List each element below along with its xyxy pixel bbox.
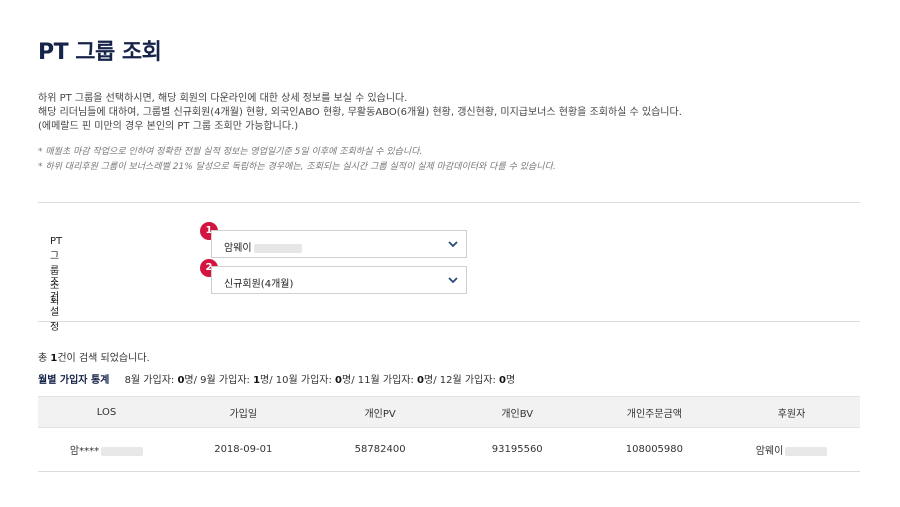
stats-label: 월별 가입자 통계: [38, 375, 110, 386]
column-header-join-date: 가입일: [174, 396, 312, 428]
page-title: PT 그룹 조회: [38, 40, 162, 65]
description-line: 해당 리더님들에 대하여, 그룹별 신규회원(4개월) 현황, 외국인ABO 현…: [38, 107, 682, 118]
cell-order-amount: 108005980: [585, 427, 723, 472]
redacted-id: [253, 243, 302, 253]
monthly-stats: 월별 가입자 통계 8월 가입자: 0명/ 9월 가입자: 1명/ 10월 가입…: [38, 371, 515, 386]
divider-bottom: [38, 321, 860, 322]
group-select-value: 암웨이: [224, 239, 302, 254]
column-header-los: LOS: [38, 396, 175, 428]
cell-join-date: 2018-09-01: [174, 427, 312, 472]
result-count: 총 1건이 검색 되었습니다.: [38, 349, 150, 364]
note-line: 매월초 마감 작업으로 인하여 정확한 전월 실적 정보는 영업일기준 5일 이…: [38, 145, 556, 160]
group-select-text: 암웨이: [224, 243, 252, 254]
chevron-down-icon: [448, 277, 458, 284]
table-row: 암**** 2018-09-01 58782400 93195560 10800…: [38, 427, 860, 472]
column-header-personal-pv: 개인PV: [311, 396, 449, 428]
cell-personal-bv: 93195560: [448, 427, 586, 472]
results-table: LOS 가입일 개인PV 개인BV 개인주문금액 후원자 암**** 2018-…: [38, 396, 860, 472]
description-line: 하위 PT 그룹을 선택하시면, 해당 회원의 다운라인에 대한 상세 정보를 …: [38, 93, 408, 104]
note-line: 하위 대리후원 그룹이 보너스레벨 21% 달성으로 독립하는 경우에는, 조회…: [38, 160, 555, 175]
cell-sponsor: 암웨이: [723, 427, 860, 472]
column-header-order-amount: 개인주문금액: [585, 396, 723, 428]
page-description: 하위 PT 그룹을 선택하시면, 해당 회원의 다운라인에 대한 상세 정보를 …: [38, 92, 682, 134]
cell-los: 암****: [38, 427, 175, 472]
condition-label: 조건 설정: [50, 277, 60, 333]
stats-month: 10월 가입자: 0명/: [275, 375, 358, 386]
stats-month: 9월 가입자: 1명/: [200, 375, 276, 386]
stats-month: 8월 가입자: 0명/: [124, 375, 201, 386]
column-header-personal-bv: 개인BV: [448, 396, 586, 428]
divider-top: [38, 202, 860, 203]
pt-group-page: PT 그룹 조회 하위 PT 그룹을 선택하시면, 해당 회원의 다운라인에 대…: [0, 0, 900, 507]
stats-month: 12월 가입자: 0명: [439, 375, 516, 386]
redacted-id: [785, 446, 828, 456]
column-header-sponsor: 후원자: [723, 396, 860, 428]
redacted-id: [101, 446, 144, 456]
cell-personal-pv: 58782400: [311, 427, 449, 472]
table-header-row: LOS 가입일 개인PV 개인BV 개인주문금액 후원자: [38, 396, 860, 428]
chevron-down-icon: [448, 241, 458, 248]
result-count-suffix: 건이 검색 되었습니다.: [57, 353, 150, 364]
description-line: (에메랄드 핀 미만의 경우 본인의 PT 그룹 조회만 가능합니다.): [38, 121, 299, 132]
condition-select[interactable]: 신규회원(4개월): [211, 266, 467, 294]
page-notes: 매월초 마감 작업으로 인하여 정확한 전월 실적 정보는 영업일기준 5일 이…: [38, 145, 556, 175]
stats-month: 11월 가입자: 0명/: [357, 375, 440, 386]
result-count-prefix: 총: [38, 353, 51, 364]
group-select[interactable]: 암웨이: [211, 230, 467, 258]
condition-select-value: 신규회원(4개월): [224, 279, 294, 290]
